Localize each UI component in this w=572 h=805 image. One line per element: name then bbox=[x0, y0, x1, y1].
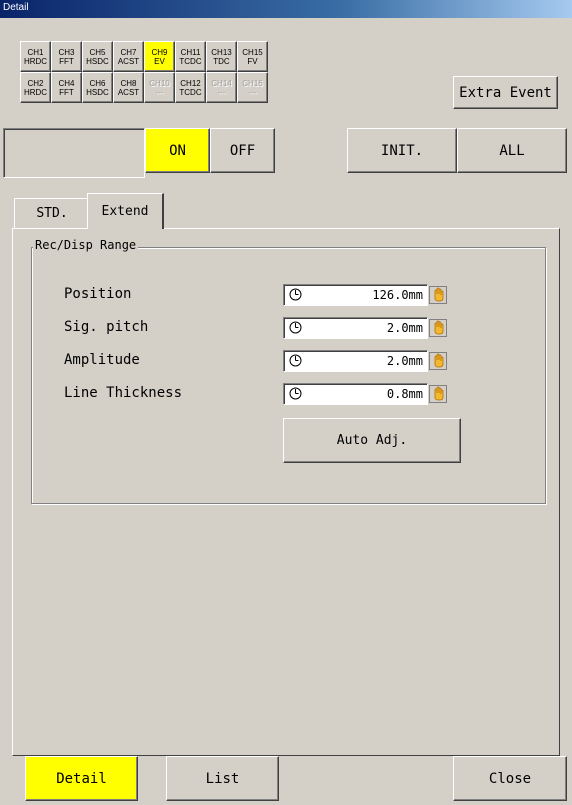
channel-button-ch1[interactable]: CH1 HRDC bbox=[20, 41, 51, 72]
channel-button-ch8[interactable]: CH8 ACST bbox=[113, 72, 144, 103]
hand-pointer-icon[interactable] bbox=[429, 385, 447, 403]
hand-pointer-icon[interactable] bbox=[429, 352, 447, 370]
dial-icon bbox=[289, 387, 302, 400]
line-thickness-value: 0.8mm bbox=[386, 387, 423, 401]
sig-pitch-field[interactable]: 2.0mm bbox=[283, 317, 428, 339]
channel-button-ch13[interactable]: CH13 TDC bbox=[206, 41, 237, 72]
position-label: Position bbox=[64, 286, 132, 302]
amplitude-field[interactable]: 2.0mm bbox=[283, 350, 428, 372]
channel-button-ch4[interactable]: CH4 FFT bbox=[51, 72, 82, 103]
off-button[interactable]: OFF bbox=[210, 128, 275, 173]
hand-pointer-icon[interactable] bbox=[429, 319, 447, 337]
dial-icon bbox=[289, 354, 302, 367]
channel-type: FFT bbox=[59, 87, 74, 97]
init-button[interactable]: INIT. bbox=[347, 128, 457, 173]
channel-name: CH16 bbox=[242, 78, 263, 88]
channel-type: TDC bbox=[213, 56, 230, 66]
channel-type: ACST bbox=[117, 87, 140, 97]
channel-name: CH6 bbox=[89, 78, 106, 88]
channel-button-ch15[interactable]: CH15 FV bbox=[237, 41, 268, 72]
channel-type: --- bbox=[155, 87, 164, 97]
channel-button-ch9[interactable]: CH9 EV bbox=[144, 41, 175, 72]
channel-name: CH15 bbox=[242, 47, 263, 57]
channel-type: ACST bbox=[117, 56, 140, 66]
window-title: Detail bbox=[3, 2, 29, 13]
channel-button-ch7[interactable]: CH7 ACST bbox=[113, 41, 144, 72]
channel-name: CH1 bbox=[27, 47, 44, 57]
channel-button-ch16[interactable]: CH16 --- bbox=[237, 72, 268, 103]
detail-window: CH1 HRDC CH3 FFT CH5 HSDC CH7 ACST CH9 EV CH1… bbox=[0, 18, 572, 805]
tab-extend[interactable]: Extend bbox=[87, 193, 164, 229]
channel-name: CH2 bbox=[27, 78, 44, 88]
amplitude-value: 2.0mm bbox=[386, 354, 423, 368]
auto-adj-button[interactable]: Auto Adj. bbox=[283, 418, 461, 463]
channel-name: CH9 bbox=[151, 47, 168, 57]
channel-button-ch5[interactable]: CH5 HSDC bbox=[82, 41, 113, 72]
line-thickness-field[interactable]: 0.8mm bbox=[283, 383, 428, 405]
channel-type: --- bbox=[248, 87, 257, 97]
channel-type: HSDC bbox=[86, 87, 109, 97]
channel-name: CH5 bbox=[89, 47, 106, 57]
channel-button-ch10[interactable]: CH10 --- bbox=[144, 72, 175, 103]
channel-type: --- bbox=[217, 87, 226, 97]
channel-button-ch3[interactable]: CH3 FFT bbox=[51, 41, 82, 72]
dial-icon bbox=[289, 288, 302, 301]
channel-name: CH4 bbox=[58, 78, 75, 88]
all-button[interactable]: ALL bbox=[457, 128, 567, 173]
dial-icon bbox=[289, 321, 302, 334]
sig-pitch-value: 2.0mm bbox=[386, 321, 423, 335]
tab-std[interactable]: STD. bbox=[14, 198, 90, 228]
amplitude-label: Amplitude bbox=[64, 352, 140, 368]
on-button[interactable]: ON bbox=[145, 128, 210, 173]
channel-type: HRDC bbox=[23, 87, 48, 97]
channel-type: HRDC bbox=[23, 56, 48, 66]
status-display bbox=[3, 128, 145, 178]
channel-name: CH11 bbox=[180, 47, 201, 57]
close-button[interactable]: Close bbox=[453, 756, 567, 801]
position-value: 126.0mm bbox=[372, 288, 423, 302]
channel-type: HSDC bbox=[86, 56, 109, 66]
extra-event-button[interactable]: Extra Event bbox=[453, 76, 558, 109]
channel-type: FFT bbox=[59, 56, 74, 66]
channel-button-ch2[interactable]: CH2 HRDC bbox=[20, 72, 51, 103]
channel-button-ch11[interactable]: CH11 TCDC bbox=[175, 41, 206, 72]
channel-button-ch14[interactable]: CH14 --- bbox=[206, 72, 237, 103]
position-field[interactable]: 126.0mm bbox=[283, 284, 428, 306]
channel-button-ch12[interactable]: CH12 TCDC bbox=[175, 72, 206, 103]
channel-type: TCDC bbox=[179, 87, 202, 97]
line-thickness-label: Line Thickness bbox=[64, 385, 183, 401]
hand-pointer-icon[interactable] bbox=[429, 286, 447, 304]
channel-name: CH10 bbox=[149, 78, 170, 88]
channel-type: EV bbox=[154, 56, 165, 66]
group-title: Rec/Disp Range bbox=[33, 238, 139, 252]
detail-button[interactable]: Detail bbox=[25, 756, 138, 801]
channel-button-ch6[interactable]: CH6 HSDC bbox=[82, 72, 113, 103]
channel-name: CH14 bbox=[211, 78, 232, 88]
channel-name: CH3 bbox=[58, 47, 75, 57]
channel-name: CH8 bbox=[120, 78, 137, 88]
channel-name: CH12 bbox=[180, 78, 201, 88]
list-button[interactable]: List bbox=[166, 756, 279, 801]
channel-name: CH7 bbox=[120, 47, 137, 57]
channel-type: TCDC bbox=[179, 56, 202, 66]
channel-type: FV bbox=[247, 56, 258, 66]
channel-name: CH13 bbox=[211, 47, 232, 57]
title-bar: Detail bbox=[0, 0, 572, 18]
sig-pitch-label: Sig. pitch bbox=[64, 319, 149, 335]
